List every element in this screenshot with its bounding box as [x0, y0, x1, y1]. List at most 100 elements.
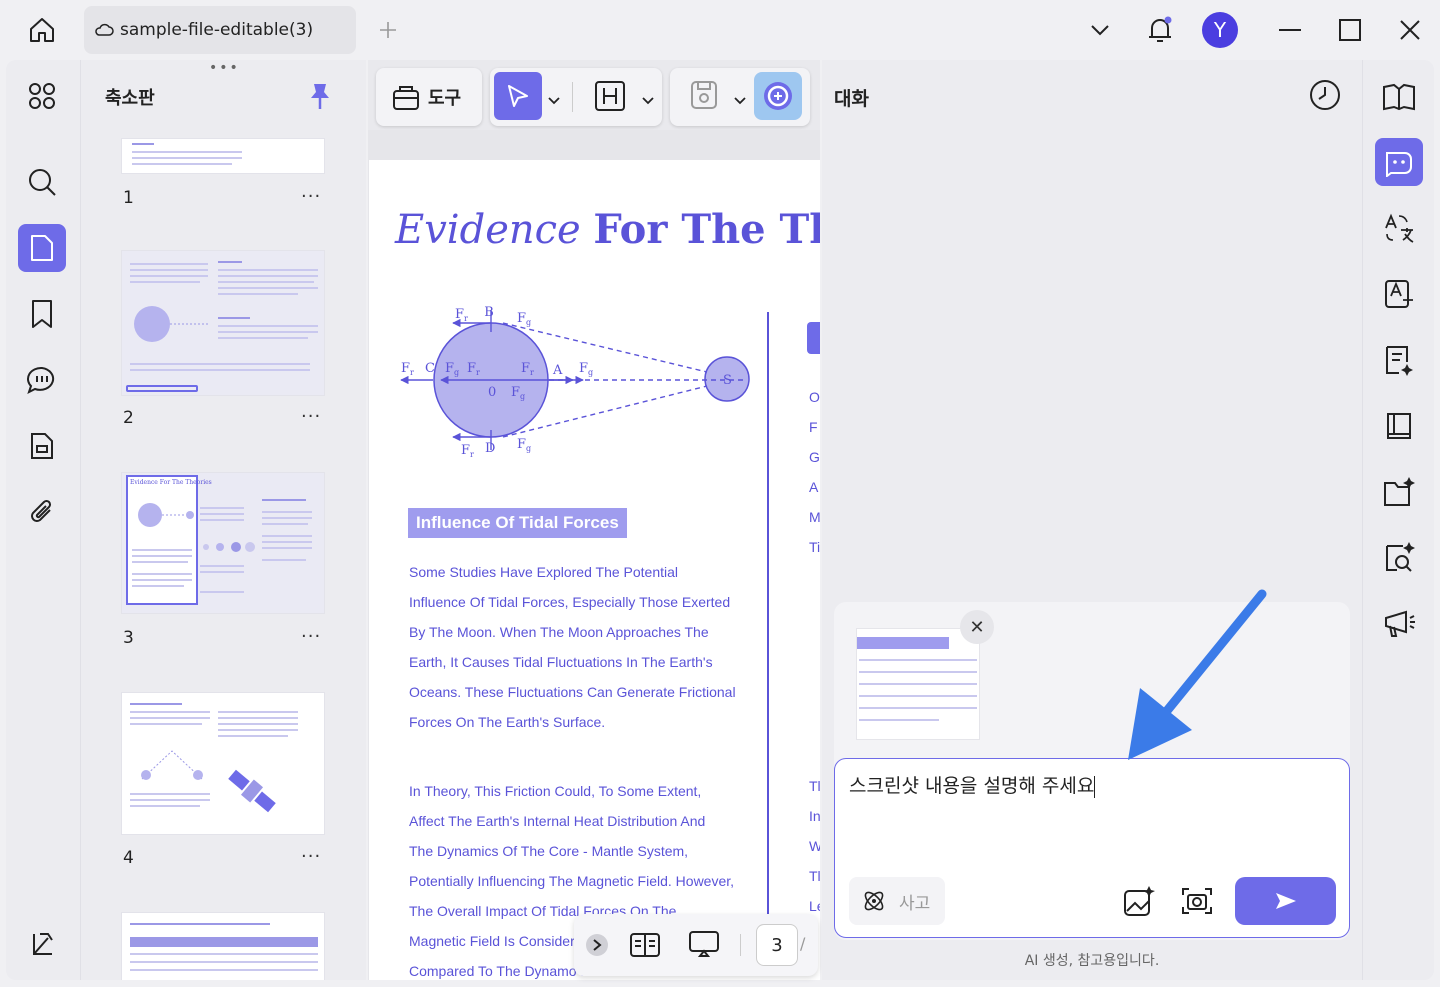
rail-attachments-button[interactable] [18, 488, 66, 536]
folder-sparkle-icon [1384, 477, 1415, 506]
diagram-label-fg: Fg [517, 311, 531, 327]
chat-history-button[interactable] [1308, 78, 1344, 114]
chat-panel: 대화 ✕ 스크린샷 내용을 설명해 주세요 사고 AI 생성, 참고용입니다. [822, 60, 1362, 980]
thumbnail-more-button[interactable]: ··· [301, 846, 321, 867]
page-icon [31, 235, 53, 261]
right-rail [1362, 60, 1434, 980]
rail-bookmarks-button[interactable] [18, 290, 66, 338]
document-stack-icon [31, 433, 53, 459]
diagram-label-d: D [485, 441, 495, 456]
translate-icon [1385, 213, 1414, 243]
translate-page-icon [1385, 280, 1413, 308]
diagram-label-s: S [723, 373, 732, 388]
document-area: 도구 Evidence For The T B Fr Fg Fr C Fg Fr… [368, 60, 820, 980]
notifications-button[interactable] [1140, 8, 1180, 52]
left-rail [6, 60, 80, 980]
ai-assistant-icon [764, 82, 792, 110]
presentation-button[interactable] [688, 930, 720, 964]
book-view-icon [630, 933, 660, 957]
text-caret [1094, 775, 1096, 798]
page-number-input[interactable]: 3 [756, 924, 798, 966]
tabs-dropdown-button[interactable] [1080, 8, 1120, 52]
ai-image-button[interactable] [1123, 885, 1155, 921]
paragraph-line: Affect The Earth's Internal Heat Distrib… [409, 813, 706, 829]
translate-document-button[interactable] [1375, 270, 1423, 318]
panel-resize-handle[interactable]: ••• [209, 60, 240, 76]
paragraph-line: Some Studies Have Explored The Potential [409, 564, 679, 580]
clock-icon [1310, 80, 1340, 110]
ai-search-button[interactable] [1375, 534, 1423, 582]
summarize-button[interactable] [1375, 336, 1423, 384]
book-sparkle-icon [1383, 83, 1415, 111]
thumbnail-page-2[interactable] [121, 250, 325, 396]
thumbnail-more-button[interactable]: ··· [301, 406, 321, 427]
screenshot-button[interactable] [1181, 885, 1213, 921]
ai-reader-button[interactable] [1375, 72, 1423, 120]
document-tab-title: sample-file-editable(3) [120, 20, 314, 40]
announcements-button[interactable] [1375, 600, 1423, 648]
thumbnail-more-button[interactable]: ··· [301, 626, 321, 647]
heading-tool-dropdown[interactable] [642, 90, 654, 109]
remove-screenshot-button[interactable]: ✕ [960, 610, 994, 644]
heading-tool-button[interactable] [594, 80, 626, 116]
thumbnail-page-number: 3 [123, 628, 134, 648]
ai-folder-button[interactable] [1375, 468, 1423, 516]
thinking-mode-toggle[interactable]: 사고 [849, 877, 945, 925]
tools-button-label: 도구 [428, 88, 462, 109]
presentation-icon [689, 931, 719, 957]
chevron-down-icon [642, 97, 654, 105]
minimize-button[interactable] [1270, 8, 1310, 52]
column-2-line: In [809, 808, 820, 824]
grid-icon [29, 83, 55, 109]
thumbnail-more-button[interactable]: ··· [301, 186, 321, 207]
thumbnail-page-3[interactable]: Evidence For The Theories [121, 472, 325, 614]
chevron-down-icon [1091, 25, 1109, 36]
thumbnail-panel-title: 축소판 [105, 88, 155, 109]
rail-search-button[interactable] [18, 158, 66, 206]
close-window-button[interactable] [1390, 8, 1430, 52]
rail-apps-button[interactable] [18, 72, 66, 120]
pin-panel-button[interactable] [307, 82, 333, 110]
chat-input-field[interactable]: 스크린샷 내용을 설명해 주세요 [849, 771, 1096, 798]
column-2-line: W [809, 838, 820, 854]
document-title-italic: Evidence [395, 207, 581, 253]
document-tab[interactable]: sample-file-editable(3) [84, 6, 356, 54]
account-button[interactable]: Y [1200, 8, 1240, 52]
new-tab-button[interactable] [374, 16, 402, 44]
chevron-right-icon [593, 939, 602, 951]
rail-theme-button[interactable] [18, 920, 66, 968]
save-button[interactable] [690, 80, 718, 114]
ai-assistant-button[interactable] [754, 72, 802, 120]
thumbnail-page-4[interactable] [121, 692, 325, 835]
page-view-button[interactable] [630, 932, 660, 962]
tidal-forces-diagram: B Fr Fg Fr C Fg Fr 0 Fg Fr A Fg Fr D Fg … [400, 305, 750, 459]
rail-comments-button[interactable] [18, 356, 66, 404]
bell-icon [1149, 16, 1172, 42]
thumbnail-page-1[interactable] [121, 138, 325, 174]
diagram-label-zero: 0 [488, 385, 496, 400]
translate-button[interactable] [1375, 204, 1423, 252]
knowledge-base-button[interactable] [1375, 402, 1423, 450]
select-tool-dropdown[interactable] [548, 90, 560, 109]
rail-attachments-page-button[interactable] [18, 422, 66, 470]
send-button[interactable] [1235, 877, 1336, 925]
column-2-line: O [809, 389, 820, 405]
chat-input-box[interactable]: 스크린샷 내용을 설명해 주세요 사고 [834, 758, 1350, 938]
rail-thumbnails-button[interactable] [18, 224, 66, 272]
select-tool-button[interactable] [494, 72, 542, 120]
comment-icon [27, 366, 55, 394]
tools-button[interactable]: 도구 [376, 68, 482, 126]
search-icon [29, 169, 56, 196]
image-sparkle-icon [1124, 886, 1155, 916]
bookmark-icon [32, 300, 52, 328]
save-dropdown[interactable] [734, 90, 746, 109]
ai-disclaimer: AI 생성, 참고용입니다. [1024, 953, 1160, 969]
column-divider [767, 312, 769, 922]
paperclip-icon [31, 499, 52, 522]
home-button[interactable] [22, 12, 62, 48]
thumbnail-page-5[interactable] [121, 912, 325, 980]
maximize-button[interactable] [1330, 8, 1370, 52]
collapse-navigator-button[interactable] [586, 934, 608, 956]
ai-chat-button[interactable] [1375, 138, 1423, 186]
column-2-lines-top: O F G A M Ti [809, 382, 820, 562]
